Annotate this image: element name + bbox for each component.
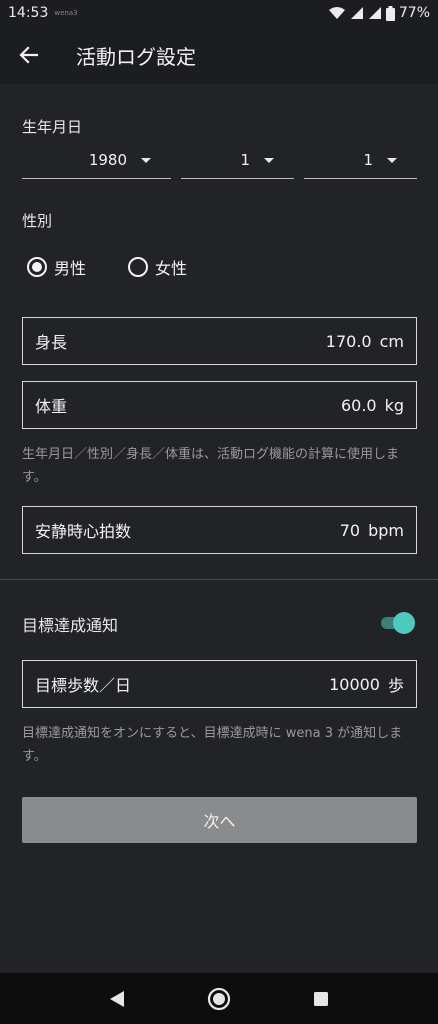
next-button[interactable]: 次へ bbox=[22, 797, 417, 843]
resting-heart-rate-value: 70 bbox=[339, 520, 361, 540]
status-time: 14:53 bbox=[8, 5, 49, 21]
toggle-thumb bbox=[393, 612, 415, 634]
gender-radio-female[interactable]: 女性 bbox=[128, 254, 187, 280]
gender-female-label: 女性 bbox=[155, 259, 188, 278]
daily-steps-unit: 歩 bbox=[387, 676, 404, 695]
back-button[interactable] bbox=[0, 26, 58, 84]
daily-steps-value: 10000 bbox=[329, 674, 380, 694]
nav-home-button[interactable] bbox=[199, 979, 239, 1019]
page-title: 活動ログ設定 bbox=[76, 44, 196, 69]
circle-home-icon bbox=[207, 987, 231, 1010]
system-nav-bar bbox=[0, 973, 438, 1024]
chevron-down-icon bbox=[387, 157, 397, 163]
status-app-label: wena3 bbox=[54, 9, 78, 17]
daily-steps-field[interactable]: 目標歩数／日 10000 歩 bbox=[22, 660, 417, 708]
birth-year-value: 1980 bbox=[88, 151, 127, 169]
signal-icon-2 bbox=[368, 7, 381, 19]
radio-checked-icon bbox=[27, 257, 47, 277]
birth-month-value: 1 bbox=[240, 151, 250, 169]
height-value: 170.0 bbox=[325, 331, 372, 351]
daily-steps-label: 目標歩数／日 bbox=[35, 676, 132, 695]
radio-unchecked-icon bbox=[128, 257, 148, 277]
nav-recents-button[interactable] bbox=[301, 979, 341, 1019]
goal-notify-toggle[interactable] bbox=[381, 612, 415, 634]
arrow-left-icon bbox=[19, 46, 39, 64]
birth-day-select[interactable]: 1 bbox=[304, 142, 417, 179]
weight-field[interactable]: 体重 60.0 kg bbox=[22, 381, 417, 429]
goal-notify-note: 目標達成通知をオンにすると、目標達成時に wena 3 が通知します。 bbox=[22, 726, 403, 764]
square-recents-icon bbox=[314, 991, 328, 1006]
body-info-note: 生年月日／性別／身長／体重は、活動ログ機能の計算に使用します。 bbox=[22, 447, 400, 485]
height-unit: cm bbox=[379, 331, 404, 351]
status-icons: 77% bbox=[328, 5, 430, 21]
battery-icon bbox=[385, 5, 395, 21]
gender-radio-male[interactable]: 男性 bbox=[27, 254, 86, 280]
height-field[interactable]: 身長 170.0 cm bbox=[22, 317, 417, 365]
birthdate-label: 生年月日 bbox=[22, 118, 83, 136]
signal-icon bbox=[350, 7, 363, 19]
section-divider bbox=[0, 579, 438, 580]
weight-unit: kg bbox=[384, 395, 404, 415]
chevron-down-icon bbox=[141, 157, 151, 163]
birth-day-value: 1 bbox=[363, 151, 373, 169]
nav-back-button[interactable] bbox=[97, 979, 137, 1019]
resting-heart-rate-unit: bpm bbox=[368, 520, 404, 540]
birth-year-select[interactable]: 1980 bbox=[22, 142, 171, 179]
gender-label: 性別 bbox=[22, 212, 53, 230]
height-label: 身長 bbox=[35, 333, 68, 352]
weight-label: 体重 bbox=[35, 397, 68, 416]
resting-heart-rate-label: 安静時心拍数 bbox=[35, 522, 132, 541]
goal-notify-label: 目標達成通知 bbox=[22, 616, 119, 635]
chevron-down-icon bbox=[264, 157, 274, 163]
app-bar: 活動ログ設定 bbox=[0, 26, 438, 84]
status-bar: 14:53 wena3 77% bbox=[0, 0, 438, 26]
triangle-back-icon bbox=[110, 990, 124, 1007]
wifi-icon bbox=[328, 7, 345, 19]
gender-male-label: 男性 bbox=[54, 259, 87, 278]
battery-percent: 77% bbox=[398, 5, 430, 21]
weight-value: 60.0 bbox=[340, 395, 377, 415]
birth-month-select[interactable]: 1 bbox=[181, 142, 294, 179]
resting-heart-rate-field[interactable]: 安静時心拍数 70 bpm bbox=[22, 506, 417, 554]
